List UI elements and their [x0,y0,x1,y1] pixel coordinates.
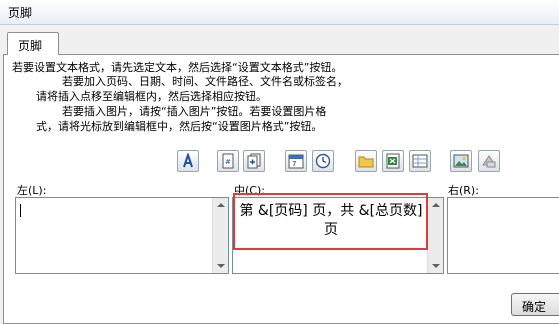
left-section-scrollbar[interactable] [212,198,228,273]
right-section-input[interactable] [447,197,559,274]
date-icon: 7 [288,154,304,169]
format-text-button[interactable] [177,150,199,172]
scroll-down-icon[interactable] [217,264,225,268]
time-icon [315,153,331,169]
right-section-label: 右(R): [448,184,479,197]
highlight-box [233,193,428,250]
format-picture-button[interactable] [478,150,500,172]
svg-text:7: 7 [292,160,296,168]
scroll-up-icon[interactable] [432,203,440,207]
left-section-label: 左(L): [17,184,47,197]
instruction-line-2: 若要加入页码、日期、时间、文件路径、文件名或标签名， [62,75,348,88]
insert-sheet-name-button[interactable] [409,150,431,172]
svg-text:#: # [225,158,231,166]
instruction-line-5: 式，请将光标放到编辑框中，然后按“设置图片格式”按钮。 [36,120,323,133]
tab-footer[interactable]: 页脚 [7,32,59,55]
format-text-icon [183,153,193,168]
insert-page-number-button[interactable]: # [217,150,239,172]
instruction-line-1: 若要设置文本格式，请先选定文本，然后选择“设置文本格式”按钮。 [12,61,343,74]
scroll-up-icon[interactable] [217,203,225,207]
insert-file-path-button[interactable] [355,150,377,172]
page-number-icon: # [222,153,234,169]
left-section-input[interactable] [15,197,229,274]
dialog-titlebar: 页脚 [0,0,559,25]
number-of-pages-icon [247,153,261,169]
tab-label: 页脚 [18,39,43,53]
insert-picture-button[interactable] [450,150,472,172]
scroll-down-icon[interactable] [432,264,440,268]
dialog-title: 页脚 [8,6,33,20]
picture-icon [453,154,469,168]
insert-date-button[interactable]: 7 [285,150,307,172]
file-name-icon [386,153,400,169]
instruction-line-4: 若要插入图片，请按“插入图片”按钮。若要设置图片格 [62,105,327,118]
file-path-icon [358,156,374,168]
instruction-line-3: 请将插入点移至编辑框内，然后选择相应按钮。 [36,90,267,103]
format-picture-icon [482,155,496,168]
insert-file-name-button[interactable] [382,150,404,172]
sheet-name-icon [412,154,428,168]
center-section-scrollbar[interactable] [427,198,443,273]
insert-time-button[interactable] [312,150,334,172]
ok-button-label: 确定 [522,300,547,314]
ok-button[interactable]: 确定 [511,293,559,316]
text-cursor [20,204,21,217]
insert-number-of-pages-button[interactable] [243,150,265,172]
